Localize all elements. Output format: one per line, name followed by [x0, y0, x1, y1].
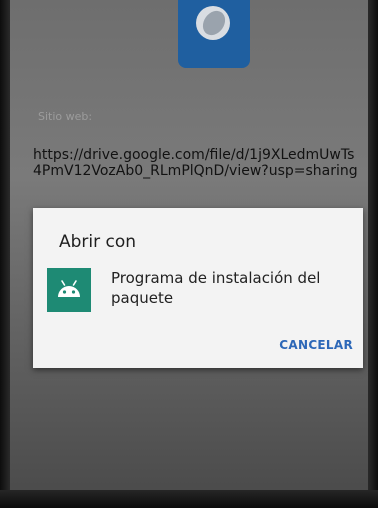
android-icon	[47, 268, 91, 312]
dialog-title: Abrir con	[59, 232, 137, 252]
package-installer-option[interactable]: Programa de instalación del paquete	[37, 264, 357, 322]
website-label: Sitio web:	[38, 110, 93, 123]
app-logo-glyph	[196, 6, 230, 40]
cancel-button[interactable]: CANCELAR	[279, 338, 353, 352]
device-bezel-right	[368, 0, 378, 508]
open-with-dialog: Abrir con Programa de instalación del pa…	[33, 208, 363, 368]
phone-screen: Sitio web: https://drive.google.com/file…	[10, 0, 368, 508]
option-label: Programa de instalación del paquete	[111, 269, 321, 307]
website-url[interactable]: https://drive.google.com/file/d/1j9XLedm…	[33, 147, 363, 199]
device-bezel-bottom	[0, 490, 378, 508]
device-bezel-left	[0, 0, 10, 508]
app-logo-icon	[178, 0, 250, 68]
